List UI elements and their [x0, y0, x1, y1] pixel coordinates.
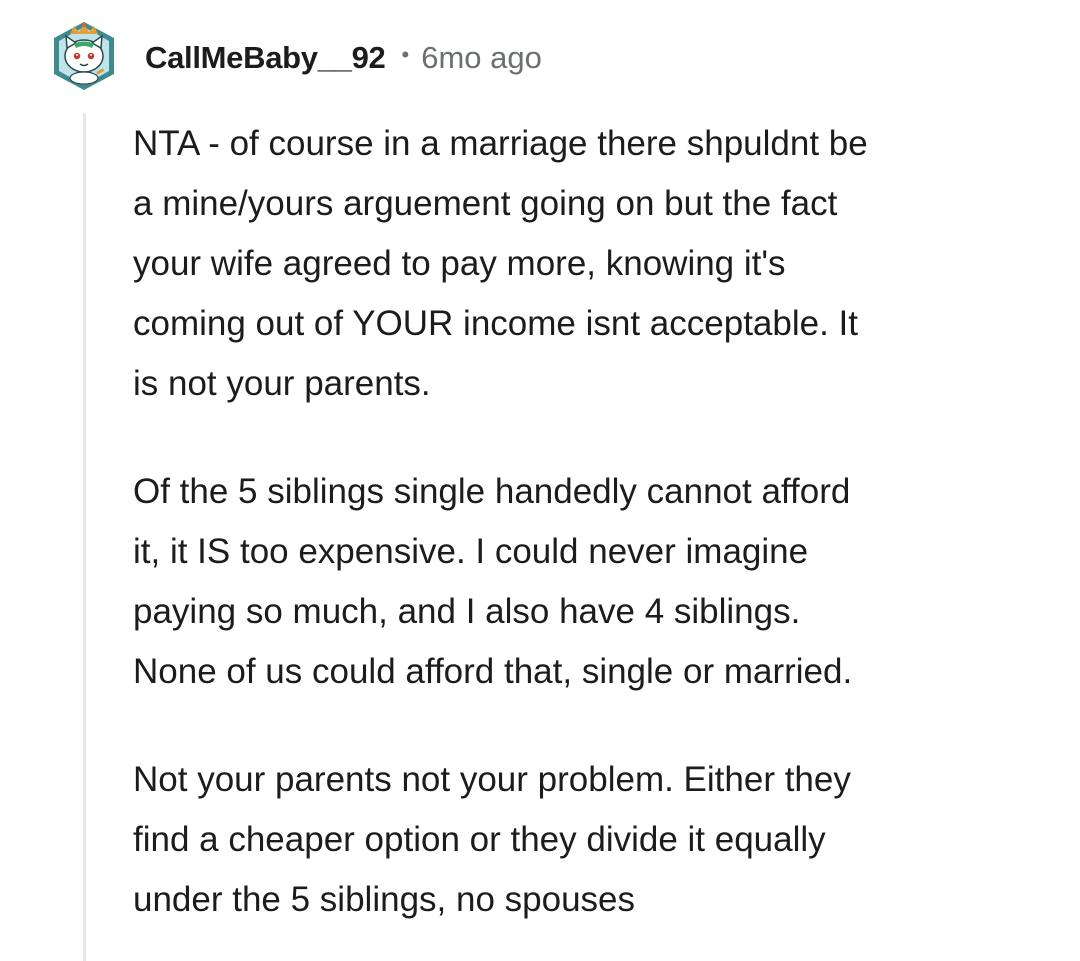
comment-timestamp: 6mo ago: [421, 40, 542, 75]
comment-paragraph: Not your parents not your problem. Eithe…: [133, 760, 851, 919]
thread-collapse-line[interactable]: [83, 113, 86, 961]
user-avatar-icon[interactable]: [52, 20, 116, 92]
comment-header: CallMeBaby__92 • 6mo ago: [145, 36, 542, 80]
meta-separator: •: [401, 42, 410, 67]
comment-paragraph: Of the 5 siblings single handedly cannot…: [133, 472, 853, 691]
author-username[interactable]: CallMeBaby__92: [145, 40, 386, 76]
comment-body: NTA - of course in a marriage there shpu…: [133, 114, 1033, 930]
comment: CallMeBaby__92 • 6mo ago NTA - of course…: [0, 0, 1080, 961]
comment-paragraph: NTA - of course in a marriage there shpu…: [133, 124, 868, 403]
